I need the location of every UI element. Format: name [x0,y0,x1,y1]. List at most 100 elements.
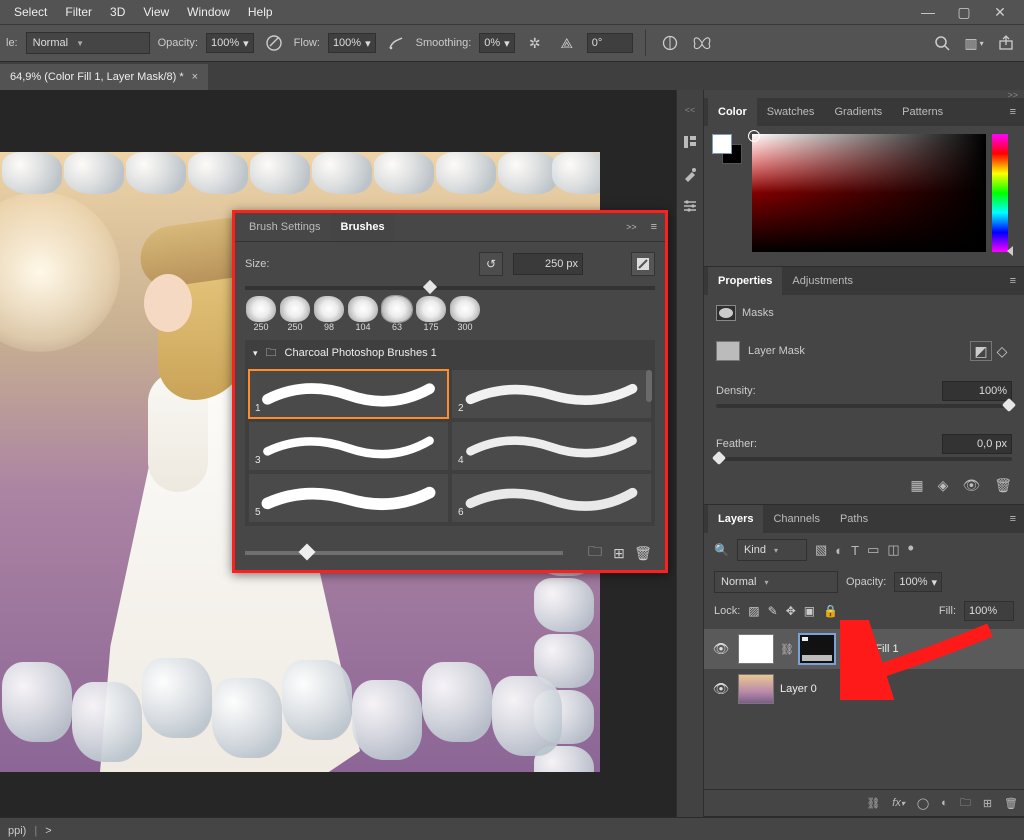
menu-3d[interactable]: 3D [102,2,133,22]
lock-brush-icon[interactable]: ✎ [768,604,778,618]
fg-bg-swatch[interactable] [712,134,742,258]
layermask-thumb[interactable] [716,341,740,361]
history-panel-icon[interactable] [680,132,700,152]
filter-toggle-icon[interactable]: • [908,538,914,559]
collapse-icon[interactable]: >> [620,222,643,232]
flow-value[interactable]: 100%▾ [328,33,376,53]
smoothing-value[interactable]: 0%▾ [479,33,514,53]
brush-folder-header[interactable]: ▾ 🗀 Charcoal Photoshop Brushes 1 [245,340,655,366]
airbrush-icon[interactable] [384,31,408,55]
search-icon[interactable] [930,31,954,55]
layer-opacity-value[interactable]: 100%▾ [894,572,942,592]
brush-item[interactable]: 3 [249,422,448,470]
brushes-panel[interactable]: Brush Settings Brushes >> ≡ Size: ↺ 250 … [232,210,668,573]
expand-right-icon[interactable]: >> [1007,90,1024,98]
pressure-opacity-icon[interactable] [262,31,286,55]
canvas-area[interactable]: Brush Settings Brushes >> ≡ Size: ↺ 250 … [0,90,676,817]
trash-icon[interactable]: 🗑 [994,477,1012,494]
layer-blend-dropdown[interactable]: Normal▾ [714,571,838,593]
brush-tip[interactable]: 300 [449,296,481,332]
lock-transparent-icon[interactable]: ▨ [748,604,759,618]
panel-menu-icon[interactable]: ≡ [1002,106,1024,118]
maximize-button[interactable]: ▢ [946,1,982,23]
tab-color[interactable]: Color [708,98,757,126]
layer-name[interactable]: Layer 0 [780,683,817,695]
layer-thumb[interactable] [738,674,774,704]
menu-help[interactable]: Help [240,2,281,22]
brush-item[interactable]: 1 [249,370,448,418]
brush-tip[interactable]: 250 [279,296,311,332]
tab-properties[interactable]: Properties [708,267,782,295]
visibility-toggle[interactable]: 👁 [712,641,730,657]
smoothing-settings-icon[interactable]: ✲ [523,31,547,55]
select-mask-icon[interactable]: ▦ [910,477,923,494]
brush-preview-toggle[interactable] [631,252,655,276]
toggle-visibility-icon[interactable]: 👁 [962,477,980,494]
tab-layers[interactable]: Layers [708,505,763,533]
brush-item[interactable]: 4 [452,422,651,470]
density-value[interactable]: 100% [942,381,1012,401]
close-button[interactable]: ✕ [982,1,1018,23]
filter-shape-icon[interactable]: ▭ [867,542,879,558]
layer-row[interactable]: 👁 Layer 0 [704,669,1024,709]
menu-select[interactable]: Select [6,2,55,22]
link-layers-icon[interactable]: ⛓ [866,797,880,810]
brush-item[interactable]: 6 [452,474,651,522]
layer-row[interactable]: 👁 ⛓ Color Fill 1 [704,629,1024,669]
trash-icon[interactable]: 🗑 [1004,797,1018,810]
menu-view[interactable]: View [135,2,177,22]
tab-patterns[interactable]: Patterns [892,98,953,126]
filter-smart-icon[interactable]: ◫ [887,542,899,558]
layer-name[interactable]: Color Fill 1 [846,643,899,655]
filter-pixel-icon[interactable]: ▧ [815,542,827,558]
brush-item[interactable]: 2 [452,370,651,418]
lock-artboard-icon[interactable]: ▣ [804,604,815,618]
layer-fill-value[interactable]: 100% [964,601,1014,621]
brush-tip[interactable]: 175 [415,296,447,332]
brush-preview-slider[interactable] [245,551,563,555]
panel-menu-icon[interactable]: ≡ [1002,275,1024,287]
menu-filter[interactable]: Filter [57,2,100,22]
link-icon[interactable]: ⛓ [780,643,794,656]
blend-mode-dropdown[interactable]: Normal▼ [26,32,150,54]
fg-swatch[interactable] [712,134,732,154]
vector-mask-icon[interactable]: ◇ [992,339,1012,363]
close-tab-icon[interactable]: × [192,71,198,83]
lock-position-icon[interactable]: ✥ [786,604,796,618]
brush-size-slider[interactable] [245,286,655,290]
new-group-icon[interactable]: 🗀 [960,794,971,813]
panel-menu-icon[interactable]: ≡ [643,221,665,233]
filter-type-icon[interactable]: T [851,543,859,558]
tab-channels[interactable]: Channels [763,505,829,533]
brush-scrollbar[interactable] [645,366,653,526]
lock-all-icon[interactable]: 🔒 [823,604,838,618]
opacity-value[interactable]: 100%▾ [206,33,254,53]
tab-swatches[interactable]: Swatches [757,98,825,126]
filter-adjust-icon[interactable]: ◐ [835,543,843,558]
layer-mask-thumb[interactable] [798,633,836,665]
tab-adjustments[interactable]: Adjustments [782,267,863,295]
brush-item[interactable]: 5 [249,474,448,522]
feather-value[interactable]: 0,0 px [942,434,1012,454]
trash-icon[interactable]: 🗑 [631,541,655,565]
hue-slider[interactable] [992,134,1008,252]
document-tab[interactable]: 64,9% (Color Fill 1, Layer Mask/8) * × [0,64,208,90]
tab-brushes[interactable]: Brushes [331,213,395,241]
brush-panel-icon[interactable] [680,164,700,184]
minimize-button[interactable]: — [910,1,946,23]
adjustments-panel-icon[interactable] [680,196,700,216]
brush-size-value[interactable]: 250 px [513,253,583,275]
fx-icon[interactable]: fx▾ [892,797,905,809]
tab-gradients[interactable]: Gradients [824,98,892,126]
brush-tip[interactable]: 250 [245,296,277,332]
invert-mask-icon[interactable]: ◈ [938,477,949,494]
open-folder-icon[interactable]: 🗀 [583,541,607,565]
tab-paths[interactable]: Paths [830,505,878,533]
layer-thumb[interactable] [738,634,774,664]
new-brush-icon[interactable]: ⊞ [607,541,631,565]
filter-kind-dropdown[interactable]: Kind▾ [737,539,807,561]
new-layer-icon[interactable]: ⊞ [983,797,992,810]
new-adjustment-icon[interactable]: ◐ [941,797,948,809]
brush-tip[interactable]: 63 [381,296,413,332]
brush-tip[interactable]: 104 [347,296,379,332]
